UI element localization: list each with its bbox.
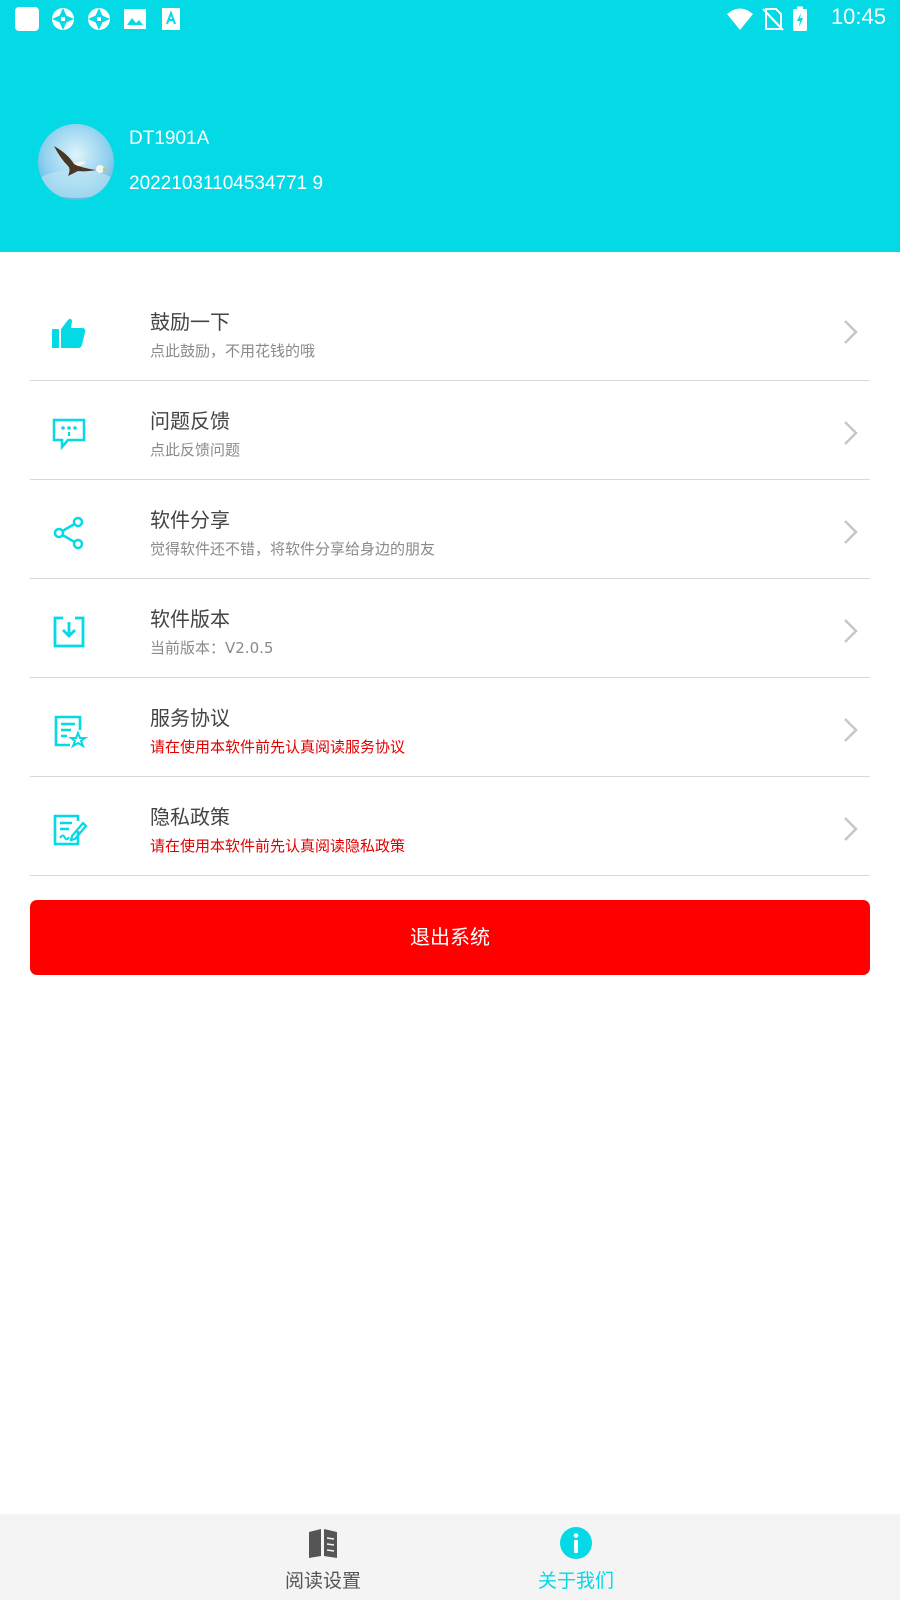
menu-item-title: 软件版本 (150, 607, 230, 631)
menu-item-title: 隐私政策 (150, 805, 230, 829)
settings-menu: 鼓励一下 点此鼓励，不用花钱的哦 问题反馈 点此反馈问题 软件分享 觉得软件还不… (30, 296, 870, 876)
status-time: 10:45 (830, 4, 886, 29)
thumbs-up-icon (52, 318, 86, 348)
font-icon (162, 8, 180, 30)
aperture-icon (88, 8, 110, 30)
user-id: 20221031104534771 9 (129, 173, 324, 194)
aperture-icon (52, 8, 74, 30)
tab-about-us[interactable]: 关于我们 (496, 1514, 656, 1600)
menu-item-title: 鼓励一下 (150, 310, 230, 334)
eagle-icon (38, 146, 114, 198)
menu-item-feedback[interactable]: 问题反馈 点此反馈问题 (30, 381, 870, 480)
agreement-icon (54, 715, 88, 749)
status-bar: 10:45 (0, 0, 900, 36)
menu-item-encourage[interactable]: 鼓励一下 点此鼓励，不用花钱的哦 (30, 296, 870, 381)
battery-charging-icon (793, 6, 807, 31)
book-icon (309, 1529, 337, 1558)
menu-item-subtitle: 点此反馈问题 (150, 441, 241, 459)
download-box-icon (53, 616, 85, 648)
feedback-icon (52, 418, 86, 451)
chevron-right-icon (844, 619, 858, 643)
app-square-icon (15, 7, 39, 31)
menu-item-share[interactable]: 软件分享 觉得软件还不错，将软件分享给身边的朋友 (30, 480, 870, 579)
menu-item-service-agreement[interactable]: 服务协议 请在使用本软件前先认真阅读服务协议 (30, 678, 870, 777)
chevron-right-icon (844, 817, 858, 841)
chevron-right-icon (844, 320, 858, 344)
chevron-right-icon (844, 520, 858, 544)
menu-item-subtitle: 请在使用本软件前先认真阅读隐私政策 (150, 837, 406, 855)
menu-item-subtitle: 点此鼓励，不用花钱的哦 (150, 342, 316, 360)
menu-item-subtitle: 当前版本：V2.0.5 (150, 639, 274, 657)
chevron-right-icon (844, 421, 858, 445)
avatar[interactable] (38, 124, 114, 200)
tab-label: 关于我们 (537, 1570, 614, 1592)
no-sim-icon (762, 8, 784, 31)
bottom-nav: 阅读设置 关于我们 (0, 1514, 900, 1600)
wifi-icon (727, 8, 753, 30)
info-icon (560, 1527, 592, 1559)
menu-item-subtitle: 请在使用本软件前先认真阅读服务协议 (150, 738, 406, 756)
menu-item-title: 软件分享 (150, 508, 230, 532)
user-name: DT1901A (129, 128, 210, 149)
menu-item-version[interactable]: 软件版本 当前版本：V2.0.5 (30, 579, 870, 678)
share-icon (53, 516, 84, 550)
privacy-doc-icon (53, 814, 88, 846)
profile-header: 10:45 DT1901A 20221031104534771 9 (0, 0, 900, 252)
chevron-right-icon (844, 718, 858, 742)
menu-item-privacy-policy[interactable]: 隐私政策 请在使用本软件前先认真阅读隐私政策 (30, 777, 870, 876)
tab-label: 阅读设置 (284, 1570, 361, 1592)
logout-button[interactable]: 退出系统 (30, 900, 870, 975)
menu-item-subtitle: 觉得软件还不错，将软件分享给身边的朋友 (150, 540, 436, 558)
menu-item-title: 问题反馈 (150, 409, 230, 433)
image-icon (124, 9, 146, 29)
menu-item-title: 服务协议 (150, 706, 230, 730)
tab-reading-settings[interactable]: 阅读设置 (243, 1514, 403, 1600)
